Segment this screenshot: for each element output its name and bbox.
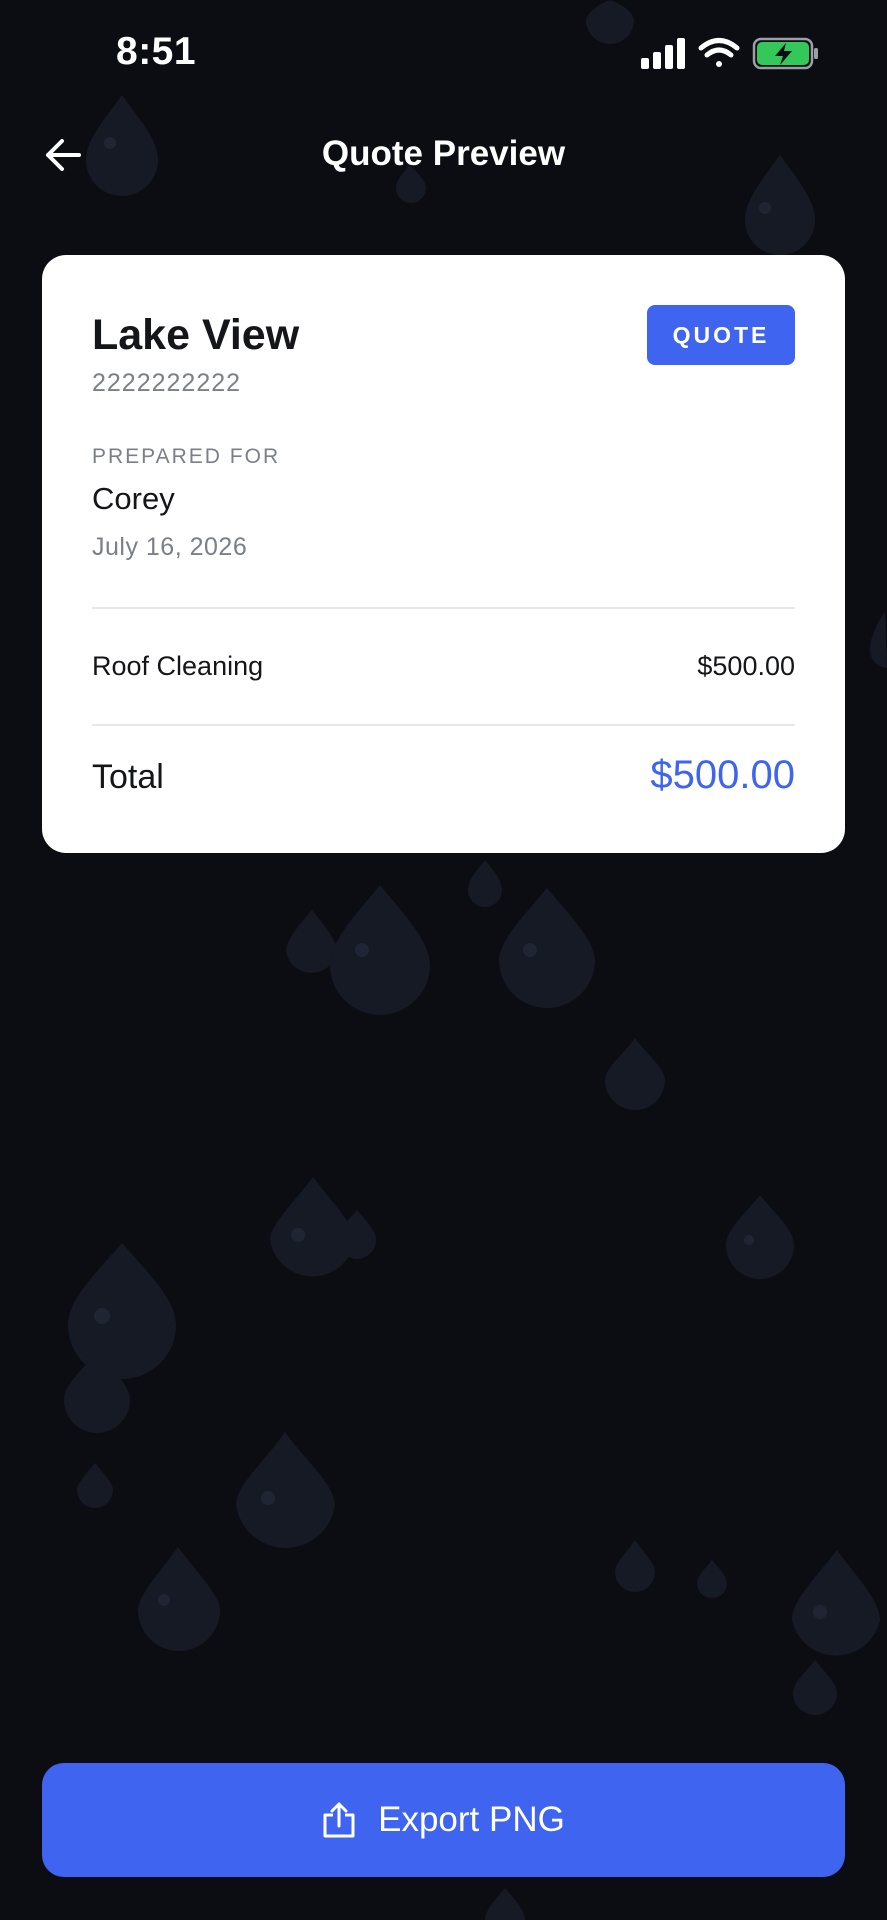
quote-card: Lake View 2222222222 QUOTE PREPARED FOR … (42, 255, 845, 853)
total-label: Total (92, 758, 164, 796)
quote-phone: 2222222222 (92, 369, 242, 397)
client-name: Corey (92, 481, 175, 516)
status-time: 8:51 (116, 30, 197, 73)
status-icons (641, 34, 821, 74)
status-bar: 8:51 (0, 0, 887, 110)
quote-date: July 16, 2026 (92, 533, 248, 561)
wifi-icon (698, 38, 740, 67)
cellular-signal-icon (641, 38, 685, 69)
prepared-for-label: PREPARED FOR (92, 445, 281, 468)
page-title: Quote Preview (321, 134, 566, 173)
share-icon (323, 1802, 355, 1838)
total-value: $500.00 (650, 753, 795, 797)
nav-bar: Quote Preview (0, 118, 887, 192)
divider (92, 724, 795, 726)
divider (92, 607, 795, 609)
battery-charging-icon (752, 37, 818, 70)
line-item-price: $500.00 (697, 651, 795, 681)
export-png-button[interactable]: Export PNG (42, 1763, 845, 1877)
quote-badge: QUOTE (647, 305, 795, 365)
quote-title: Lake View (92, 311, 300, 359)
line-item-name: Roof Cleaning (92, 651, 264, 681)
export-label: Export PNG (378, 1800, 565, 1839)
